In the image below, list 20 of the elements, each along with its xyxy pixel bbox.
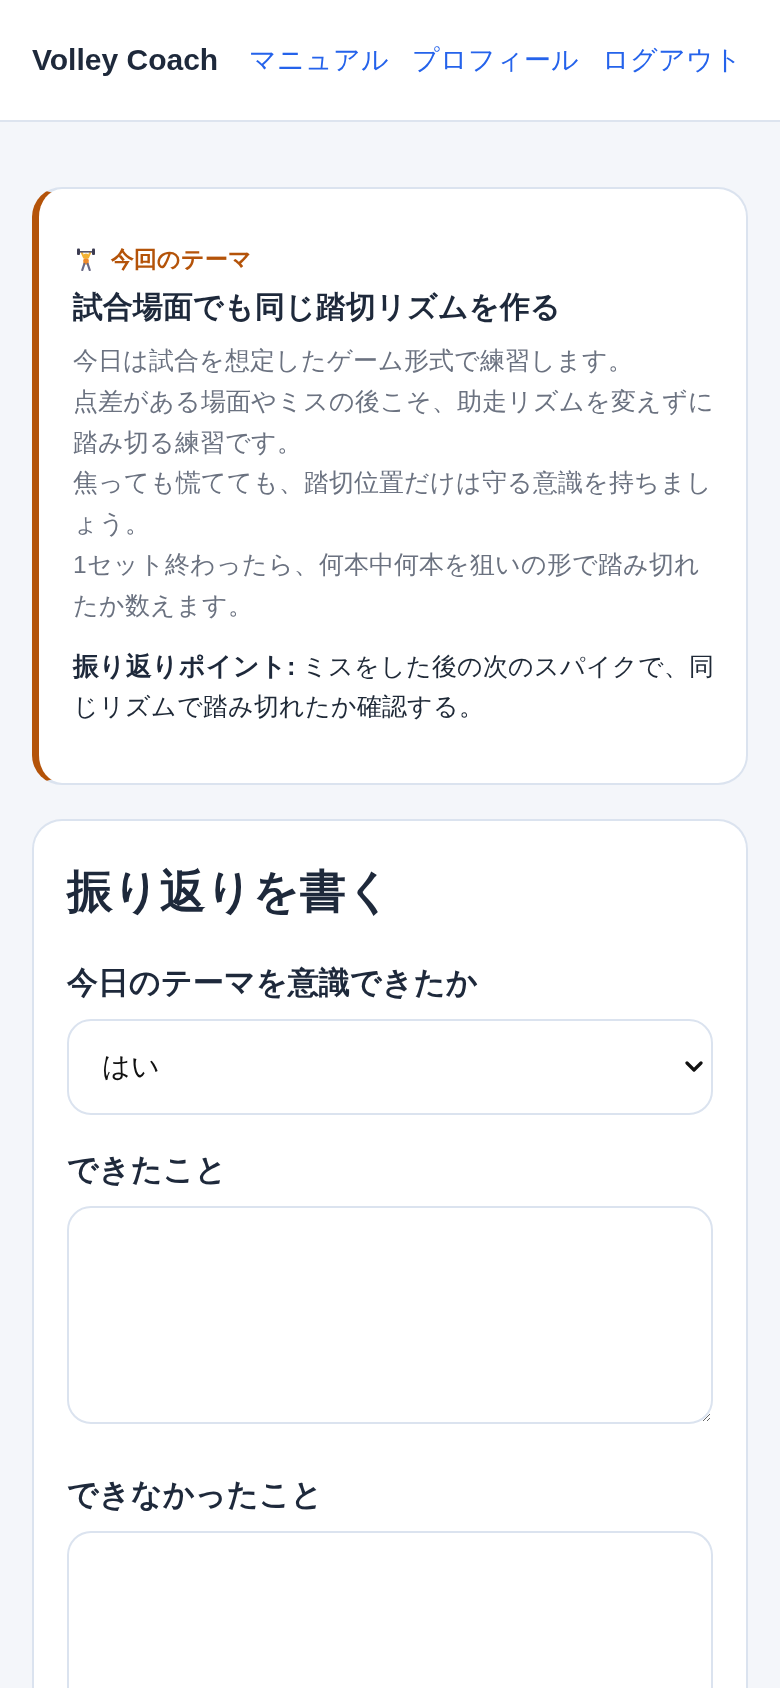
field-label: 今日のテーマを意識できたか: [67, 963, 479, 1002]
app-title: Volley Coach: [32, 43, 219, 77]
textarea-field[interactable]: [67, 1205, 713, 1424]
description-text: 1セット終わったら、何本中何本を狙いの形で踏み切れたか数えます。: [73, 550, 701, 621]
select-field[interactable]: はい: [67, 1018, 713, 1115]
nav-link[interactable]: マニュアル: [249, 40, 390, 80]
nav-link[interactable]: プロフィール: [412, 40, 580, 80]
chevron-down-icon: [685, 1061, 703, 1073]
theme-title: 試合場面でも同じ踏切リズムを作る: [73, 289, 562, 325]
theme-label: 今回のテーマ: [111, 245, 252, 274]
nav-link[interactable]: ログアウト: [602, 40, 743, 80]
description-text: 点差がある場面やミスの後こそ、助走リズムを変えずに踏み切る練習です。: [73, 386, 715, 458]
description-text: 焦っても慌てても、踏切位置だけは守る意識を持ちましょう。: [73, 468, 713, 540]
weightlifter-icon: [77, 247, 95, 271]
description-text: 今日は試合を想定したゲーム形式で練習します。: [73, 346, 634, 376]
field-label: できなかったこと: [67, 1475, 324, 1514]
field-label: できたこと: [67, 1150, 228, 1189]
reflection-point-text: 振り返りポイント: ミスをした後の次のスパイクで、同じリズムで踏み切れたか確認する。: [73, 650, 716, 722]
form-heading: 振り返りを書く: [67, 863, 394, 919]
textarea-field[interactable]: [67, 1530, 713, 1688]
